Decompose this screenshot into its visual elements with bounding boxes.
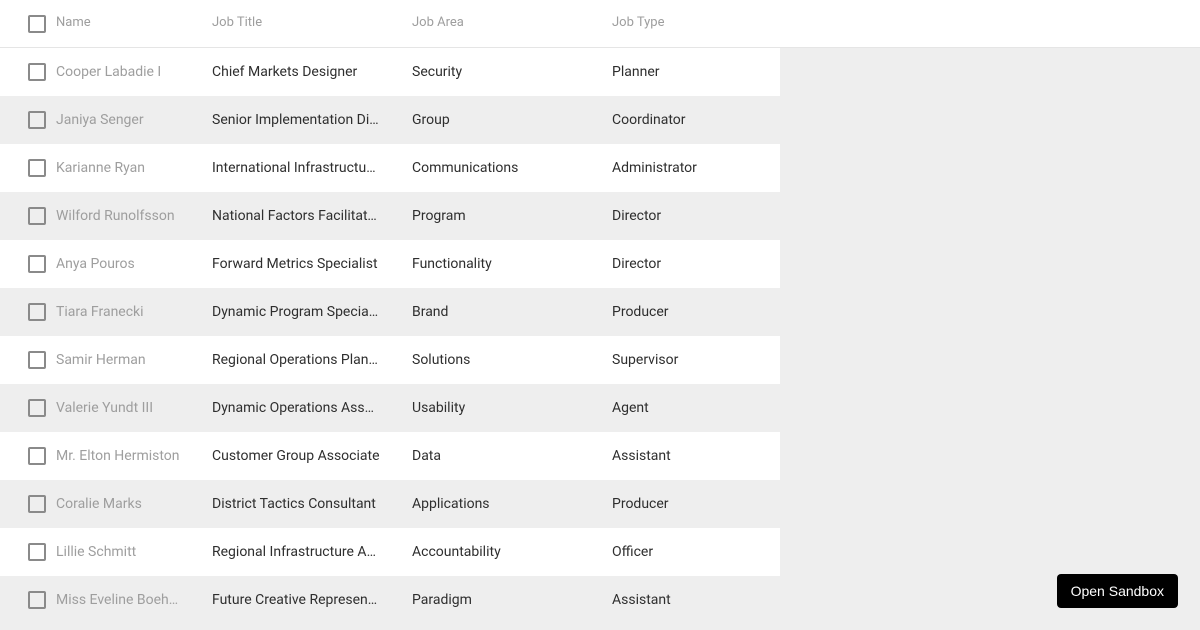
cell-job-title: Customer Group Associate: [196, 448, 396, 464]
table-header: Name Job Title Job Area Job Type: [0, 0, 1200, 48]
cell-job-type: Producer: [596, 304, 780, 320]
cell-name: Wilford Runolfsson: [56, 208, 196, 224]
cell-job-type: Planner: [596, 64, 780, 80]
column-header-area[interactable]: Job Area: [396, 15, 596, 33]
table-row[interactable]: Mr. Elton HermistonCustomer Group Associ…: [0, 432, 780, 480]
table-row[interactable]: Valerie Yundt IIIDynamic Operations Asso…: [0, 384, 780, 432]
cell-job-type: Assistant: [596, 448, 780, 464]
row-checkbox-cell: [0, 543, 56, 561]
cell-name: Karianne Ryan: [56, 160, 196, 176]
cell-name: Miss Eveline Boehm: [56, 592, 196, 608]
cell-job-type: Director: [596, 208, 780, 224]
cell-job-title: Future Creative Representative: [196, 592, 396, 608]
cell-name: Janiya Senger: [56, 112, 196, 128]
cell-name: Coralie Marks: [56, 496, 196, 512]
row-checkbox[interactable]: [28, 351, 46, 369]
cell-job-area: Group: [396, 112, 596, 128]
cell-job-type: Assistant: [596, 592, 780, 608]
column-header-type[interactable]: Job Type: [596, 15, 780, 33]
row-checkbox-cell: [0, 207, 56, 225]
table-header-inner: Name Job Title Job Area Job Type: [0, 15, 780, 33]
cell-name: Mr. Elton Hermiston: [56, 448, 196, 464]
table-row[interactable]: Tiara FraneckiDynamic Program Specialist…: [0, 288, 780, 336]
cell-name: Tiara Franecki: [56, 304, 196, 320]
row-checkbox[interactable]: [28, 159, 46, 177]
cell-job-type: Agent: [596, 400, 780, 416]
cell-name: Lillie Schmitt: [56, 544, 196, 560]
row-checkbox-cell: [0, 63, 56, 81]
table-row[interactable]: Cooper Labadie IChief Markets DesignerSe…: [0, 48, 780, 96]
cell-job-area: Solutions: [396, 352, 596, 368]
employee-table: Name Job Title Job Area Job Type Cooper …: [0, 0, 780, 624]
table-row[interactable]: Karianne RyanInternational Infrastructur…: [0, 144, 780, 192]
row-checkbox-cell: [0, 495, 56, 513]
table-row[interactable]: Samir HermanRegional Operations PlannerS…: [0, 336, 780, 384]
row-checkbox-cell: [0, 303, 56, 321]
cell-job-type: Producer: [596, 496, 780, 512]
cell-job-title: National Factors Facilitator: [196, 208, 396, 224]
row-checkbox[interactable]: [28, 111, 46, 129]
cell-job-title: International Infrastructure Agent: [196, 160, 396, 176]
table-row[interactable]: Coralie MarksDistrict Tactics Consultant…: [0, 480, 780, 528]
cell-job-type: Director: [596, 256, 780, 272]
cell-job-type: Administrator: [596, 160, 780, 176]
cell-job-area: Paradigm: [396, 592, 596, 608]
cell-job-type: Coordinator: [596, 112, 780, 128]
cell-job-type: Officer: [596, 544, 780, 560]
cell-job-title: District Tactics Consultant: [196, 496, 396, 512]
cell-job-area: Communications: [396, 160, 596, 176]
cell-job-area: Functionality: [396, 256, 596, 272]
table-row[interactable]: Wilford RunolfssonNational Factors Facil…: [0, 192, 780, 240]
row-checkbox[interactable]: [28, 207, 46, 225]
row-checkbox-cell: [0, 159, 56, 177]
column-header-title[interactable]: Job Title: [196, 15, 396, 33]
cell-job-title: Chief Markets Designer: [196, 64, 396, 80]
cell-job-title: Regional Operations Planner: [196, 352, 396, 368]
table-body: Cooper Labadie IChief Markets DesignerSe…: [0, 48, 780, 624]
cell-name: Valerie Yundt III: [56, 400, 196, 416]
page-root: Name Job Title Job Area Job Type Cooper …: [0, 0, 1200, 630]
cell-job-area: Program: [396, 208, 596, 224]
row-checkbox[interactable]: [28, 255, 46, 273]
row-checkbox[interactable]: [28, 399, 46, 417]
table-row[interactable]: Lillie SchmittRegional Infrastructure An…: [0, 528, 780, 576]
cell-job-title: Dynamic Program Specialist: [196, 304, 396, 320]
open-sandbox-button[interactable]: Open Sandbox: [1057, 574, 1178, 608]
cell-job-area: Applications: [396, 496, 596, 512]
row-checkbox-cell: [0, 255, 56, 273]
header-checkbox-cell: [0, 15, 56, 33]
cell-name: Anya Pouros: [56, 256, 196, 272]
row-checkbox-cell: [0, 447, 56, 465]
cell-job-area: Brand: [396, 304, 596, 320]
row-checkbox-cell: [0, 591, 56, 609]
cell-job-area: Data: [396, 448, 596, 464]
row-checkbox[interactable]: [28, 63, 46, 81]
row-checkbox[interactable]: [28, 447, 46, 465]
cell-name: Cooper Labadie I: [56, 64, 196, 80]
cell-job-title: Dynamic Operations Associate: [196, 400, 396, 416]
row-checkbox[interactable]: [28, 495, 46, 513]
cell-job-title: Senior Implementation Director: [196, 112, 396, 128]
cell-job-area: Usability: [396, 400, 596, 416]
row-checkbox[interactable]: [28, 303, 46, 321]
select-all-checkbox[interactable]: [28, 15, 46, 33]
table-row[interactable]: Miss Eveline BoehmFuture Creative Repres…: [0, 576, 780, 624]
row-checkbox-cell: [0, 111, 56, 129]
column-header-name[interactable]: Name: [56, 15, 196, 33]
row-checkbox[interactable]: [28, 591, 46, 609]
table-row[interactable]: Anya PourosForward Metrics SpecialistFun…: [0, 240, 780, 288]
cell-job-title: Forward Metrics Specialist: [196, 256, 396, 272]
cell-name: Samir Herman: [56, 352, 196, 368]
cell-job-area: Security: [396, 64, 596, 80]
cell-job-area: Accountability: [396, 544, 596, 560]
cell-job-title: Regional Infrastructure Analyst: [196, 544, 396, 560]
table-row[interactable]: Janiya SengerSenior Implementation Direc…: [0, 96, 780, 144]
row-checkbox-cell: [0, 351, 56, 369]
row-checkbox-cell: [0, 399, 56, 417]
cell-job-type: Supervisor: [596, 352, 780, 368]
row-checkbox[interactable]: [28, 543, 46, 561]
